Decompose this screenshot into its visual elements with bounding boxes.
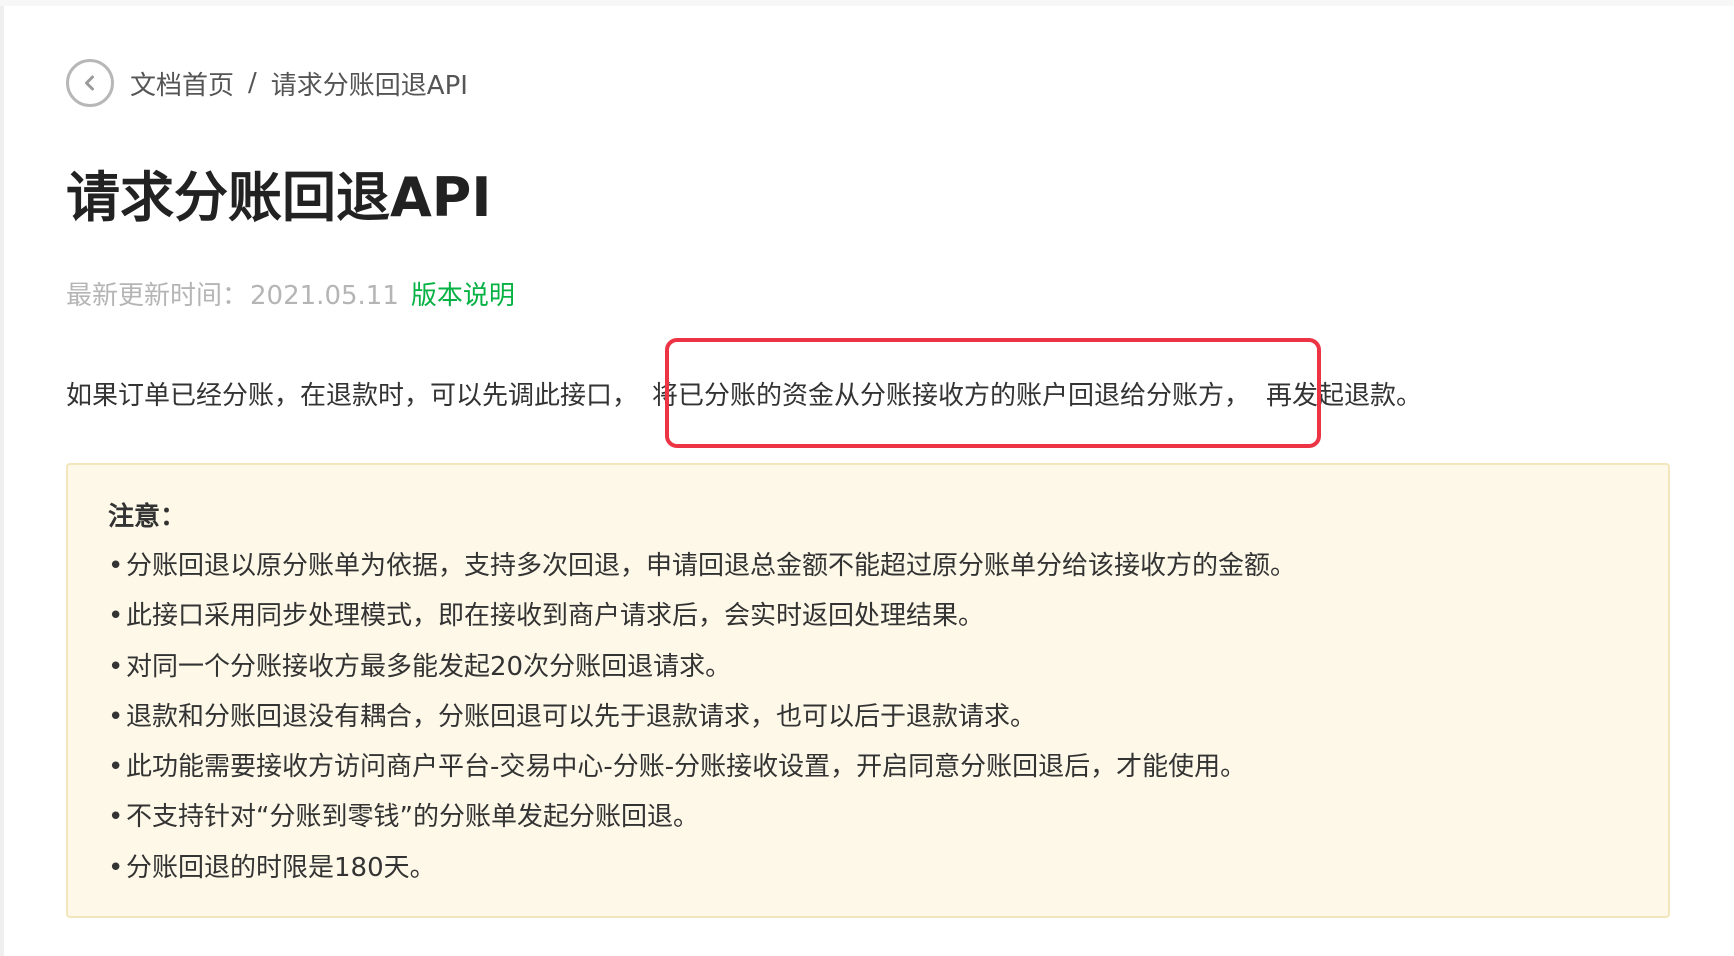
notice-title: 注意： [108, 502, 187, 532]
notice-list: • 分账回退以原分账单为依据，支持多次回退，申请回退总金额不能超过原分账单分给该接… [108, 548, 1296, 900]
page-left-edge [0, 0, 4, 956]
notice-box: 注意： • 分账回退以原分账单为依据，支持多次回退，申请回退总金额不能超过原分账单… [66, 463, 1670, 918]
breadcrumb-current: 请求分账回退API [270, 70, 468, 101]
version-notes-link[interactable]: 版本说明 [411, 281, 515, 311]
notice-item: • 对同一个分账接收方最多能发起20次分账回退请求。 [108, 649, 1296, 699]
chevron-left-icon [85, 75, 94, 91]
bullet: • [108, 701, 124, 732]
notice-item-text: 分账回退以原分账单为依据，支持多次回退，申请回退总金额不能超过原分账单分给该接收… [126, 551, 1297, 581]
intro-text-start: 如果订单已经分账，在退款时，可以先调此接口， [66, 381, 639, 411]
notice-item: • 此功能需要接收方访问商户平台-交易中心-分账-分账接收设置，开启同意分账回退后… [108, 749, 1296, 799]
page-title: 请求分账回退API [66, 166, 492, 229]
annotation-highlight-box [665, 338, 1321, 448]
notice-item-text: 对同一个分账接收方最多能发起20次分账回退请求。 [126, 651, 732, 682]
bullet: • [108, 802, 124, 833]
last-updated-date: 2021.05.11 [250, 281, 399, 311]
bullet: • [108, 852, 124, 883]
back-button[interactable] [66, 59, 114, 107]
update-meta: 最新更新时间：2021.05.11 版本说明 [66, 278, 515, 314]
bullet: • [108, 651, 124, 682]
page-top-edge [0, 0, 1734, 6]
breadcrumb-home-link[interactable]: 文档首页 [130, 65, 234, 102]
notice-item: • 不支持针对“分账到零钱”的分账单发起分账回退。 [108, 799, 1296, 849]
notice-item: • 分账回退的时限是180天。 [108, 850, 1296, 900]
bullet: • [108, 601, 124, 632]
notice-item: • 此接口采用同步处理模式，即在接收到商户请求后，会实时返回处理结果。 [108, 598, 1296, 648]
notice-item-text: 不支持针对“分账到零钱”的分账单发起分账回退。 [126, 802, 699, 833]
breadcrumb-separator: / [248, 68, 257, 98]
notice-item: • 退款和分账回退没有耦合，分账回退可以先于退款请求，也可以后于退款请求。 [108, 699, 1296, 749]
bullet: • [108, 551, 124, 581]
notice-item-text: 此功能需要接收方访问商户平台-交易中心-分账-分账接收设置，开启同意分账回退后，… [126, 752, 1247, 783]
last-updated-label: 最新更新时间： [66, 281, 249, 311]
bullet: • [108, 752, 124, 783]
notice-item-text: 分账回退的时限是180天。 [126, 852, 436, 883]
notice-item: • 分账回退以原分账单为依据，支持多次回退，申请回退总金额不能超过原分账单分给该接… [108, 548, 1296, 598]
notice-item-text: 此接口采用同步处理模式，即在接收到商户请求后，会实时返回处理结果。 [126, 601, 985, 632]
breadcrumb: 文档首页 / 请求分账回退API [66, 56, 468, 110]
notice-item-text: 退款和分账回退没有耦合，分账回退可以先于退款请求，也可以后于退款请求。 [126, 701, 1037, 732]
